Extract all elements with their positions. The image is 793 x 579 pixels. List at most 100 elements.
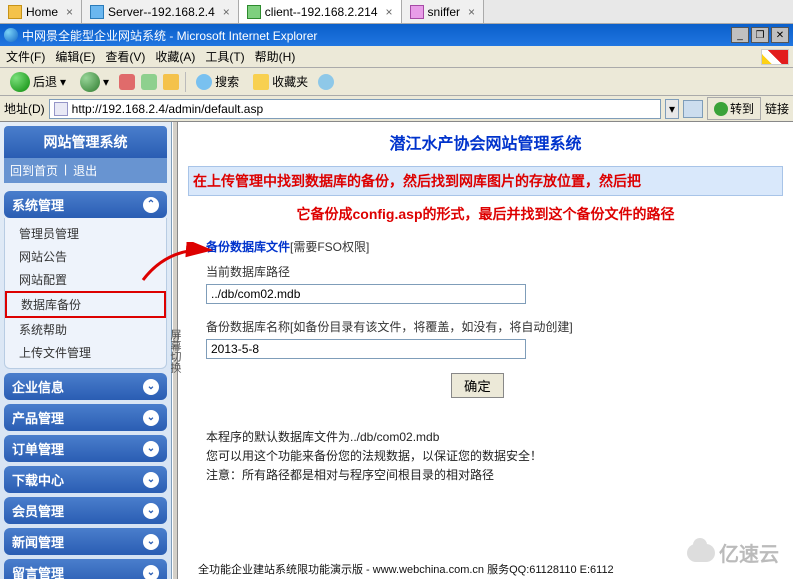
- section-header[interactable]: 产品管理 ⌄: [4, 404, 167, 431]
- search-icon: [196, 74, 212, 90]
- section-header[interactable]: 下载中心⌄: [4, 466, 167, 493]
- extension-tab-bar: Home × Server--192.168.2.4 × client--192…: [0, 0, 793, 24]
- tab-client[interactable]: client--192.168.2.214 ×: [239, 0, 402, 23]
- section-title: 留言管理: [12, 563, 64, 579]
- menu-view[interactable]: 查看(V): [105, 48, 145, 65]
- sidebar-item-db-backup[interactable]: 数据库备份: [5, 291, 166, 318]
- tab-sniffer[interactable]: sniffer ×: [402, 0, 484, 23]
- back-label: 后退: [33, 73, 57, 90]
- close-icon[interactable]: ×: [223, 5, 230, 19]
- main-panel: 潜江水产协会网站管理系统 在上传管理中找到数据库的备份，然后找到网库图片的存放位…: [178, 122, 793, 579]
- section-title: 产品管理: [12, 408, 64, 427]
- star-icon: [253, 74, 269, 90]
- refresh-icon[interactable]: [141, 74, 157, 90]
- maximize-button[interactable]: ❐: [751, 27, 769, 43]
- section-title: 新闻管理: [12, 532, 64, 551]
- sidebar-section-guestbook: 留言管理 ⌄: [4, 559, 167, 579]
- section-title: 系统管理: [12, 195, 64, 214]
- tab-label: client--192.168.2.214: [265, 5, 378, 19]
- forward-button[interactable]: ▾: [76, 70, 113, 94]
- ie-menu-bar: 文件(F) 编辑(E) 查看(V) 收藏(A) 工具(T) 帮助(H): [0, 46, 793, 68]
- favorites-button[interactable]: 收藏夹: [249, 71, 312, 92]
- links-label[interactable]: 链接: [765, 100, 789, 117]
- chevron-down-icon: ⌄: [143, 410, 159, 426]
- media-icon[interactable]: [318, 74, 334, 90]
- section-body: 管理员管理 网站公告 网站配置 数据库备份 系统帮助 上传文件管理: [4, 218, 167, 369]
- note-line: 您可以用这个功能来备份您的法规数据，以保证您的数据安全！: [206, 447, 765, 466]
- chevron-down-icon: ⌄: [143, 472, 159, 488]
- notes: 本程序的默认数据库文件为../db/com02.mdb 您可以用这个功能来备份您…: [206, 428, 765, 486]
- sidebar-section-news: 新闻管理⌄: [4, 528, 167, 555]
- tab-label: Home: [26, 5, 58, 19]
- go-label: 转到: [730, 100, 754, 117]
- client-icon: [247, 5, 261, 19]
- home-icon: [8, 5, 22, 19]
- backup-name-input[interactable]: [206, 339, 526, 359]
- watermark: 亿速云: [687, 538, 779, 567]
- sidebar: 网站管理系统 回到首页 | 退出 系统管理 ⌃ 管理员管理 网站公告 网站配置 …: [0, 122, 172, 579]
- chevron-down-icon: ⌄: [143, 441, 159, 457]
- sidebar-section-member: 会员管理 ⌄: [4, 497, 167, 524]
- go-button[interactable]: 转到: [707, 97, 761, 120]
- close-icon[interactable]: ×: [66, 5, 73, 19]
- search-label: 搜索: [215, 73, 239, 90]
- chevron-down-icon: ▾: [60, 75, 66, 89]
- sidebar-item-site-notice[interactable]: 网站公告: [5, 245, 166, 268]
- sidebar-item-site-config[interactable]: 网站配置: [5, 268, 166, 291]
- section-header[interactable]: 留言管理 ⌄: [4, 559, 167, 579]
- address-input[interactable]: http://192.168.2.4/admin/default.asp: [49, 99, 661, 119]
- back-button[interactable]: 后退 ▾: [6, 70, 70, 94]
- sidebar-section-download: 下载中心⌄: [4, 466, 167, 493]
- nav-sep: |: [64, 162, 67, 179]
- separator: [185, 72, 186, 92]
- close-button[interactable]: ✕: [771, 27, 789, 43]
- menu-file[interactable]: 文件(F): [6, 48, 45, 65]
- submit-button[interactable]: 确定: [451, 373, 504, 398]
- tab-label: Server--192.168.2.4: [108, 5, 215, 19]
- close-icon[interactable]: ×: [468, 5, 475, 19]
- forward-icon: [80, 72, 100, 92]
- chevron-down-icon: ⌄: [143, 503, 159, 519]
- instruction-text-2: 它备份成config.asp的形式，最后并找到这个备份文件的路径: [188, 204, 783, 224]
- page-title: 潜江水产协会网站管理系统: [188, 130, 783, 154]
- close-icon[interactable]: ×: [386, 5, 393, 19]
- nav-back-home[interactable]: 回到首页: [10, 162, 58, 179]
- menu-help[interactable]: 帮助(H): [255, 48, 296, 65]
- chevron-up-icon: ⌃: [143, 197, 159, 213]
- section-header[interactable]: 订单管理⌄: [4, 435, 167, 462]
- watermark-text: 亿速云: [719, 538, 779, 567]
- tab-server[interactable]: Server--192.168.2.4 ×: [82, 0, 239, 23]
- dropdown-icon[interactable]: ▾: [665, 99, 679, 119]
- content-area: 网站管理系统 回到首页 | 退出 系统管理 ⌃ 管理员管理 网站公告 网站配置 …: [0, 122, 793, 579]
- minimize-button[interactable]: _: [731, 27, 749, 43]
- chevron-down-icon: ⌄: [143, 379, 159, 395]
- address-label: 地址(D): [4, 100, 45, 117]
- home-icon[interactable]: [163, 74, 179, 90]
- sidebar-item-admin-manage[interactable]: 管理员管理: [5, 222, 166, 245]
- sidebar-item-system-help[interactable]: 系统帮助: [5, 318, 166, 341]
- chevron-down-icon: ▾: [103, 75, 109, 89]
- tab-home[interactable]: Home ×: [0, 0, 82, 23]
- section-header[interactable]: 企业信息⌄: [4, 373, 167, 400]
- menu-edit[interactable]: 编辑(E): [55, 48, 95, 65]
- address-bar: 地址(D) http://192.168.2.4/admin/default.a…: [0, 96, 793, 122]
- sidebar-section-system: 系统管理 ⌃ 管理员管理 网站公告 网站配置 数据库备份 系统帮助 上传文件管理: [4, 191, 167, 369]
- go-icon: [714, 102, 728, 116]
- sidebar-section-order: 订单管理⌄: [4, 435, 167, 462]
- instruction-text-1: 在上传管理中找到数据库的备份，然后找到网库图片的存放位置，然后把: [188, 166, 783, 196]
- menu-favorites[interactable]: 收藏(A): [155, 48, 195, 65]
- section-header[interactable]: 新闻管理⌄: [4, 528, 167, 555]
- section-title: 会员管理: [12, 501, 64, 520]
- search-button[interactable]: 搜索: [192, 71, 243, 92]
- nav-logout[interactable]: 退出: [73, 162, 97, 179]
- ie-titlebar: 中网景全能型企业网站系统 - Microsoft Internet Explor…: [0, 24, 793, 46]
- chevron-down-icon: ⌄: [143, 565, 159, 579]
- section-header-system[interactable]: 系统管理 ⌃: [4, 191, 167, 218]
- db-path-label: 当前数据库路径: [206, 263, 765, 280]
- db-path-input[interactable]: [206, 284, 526, 304]
- history-icon[interactable]: [683, 100, 703, 118]
- sidebar-item-upload-manage[interactable]: 上传文件管理: [5, 341, 166, 364]
- stop-icon[interactable]: [119, 74, 135, 90]
- section-header[interactable]: 会员管理 ⌄: [4, 497, 167, 524]
- menu-tools[interactable]: 工具(T): [205, 48, 244, 65]
